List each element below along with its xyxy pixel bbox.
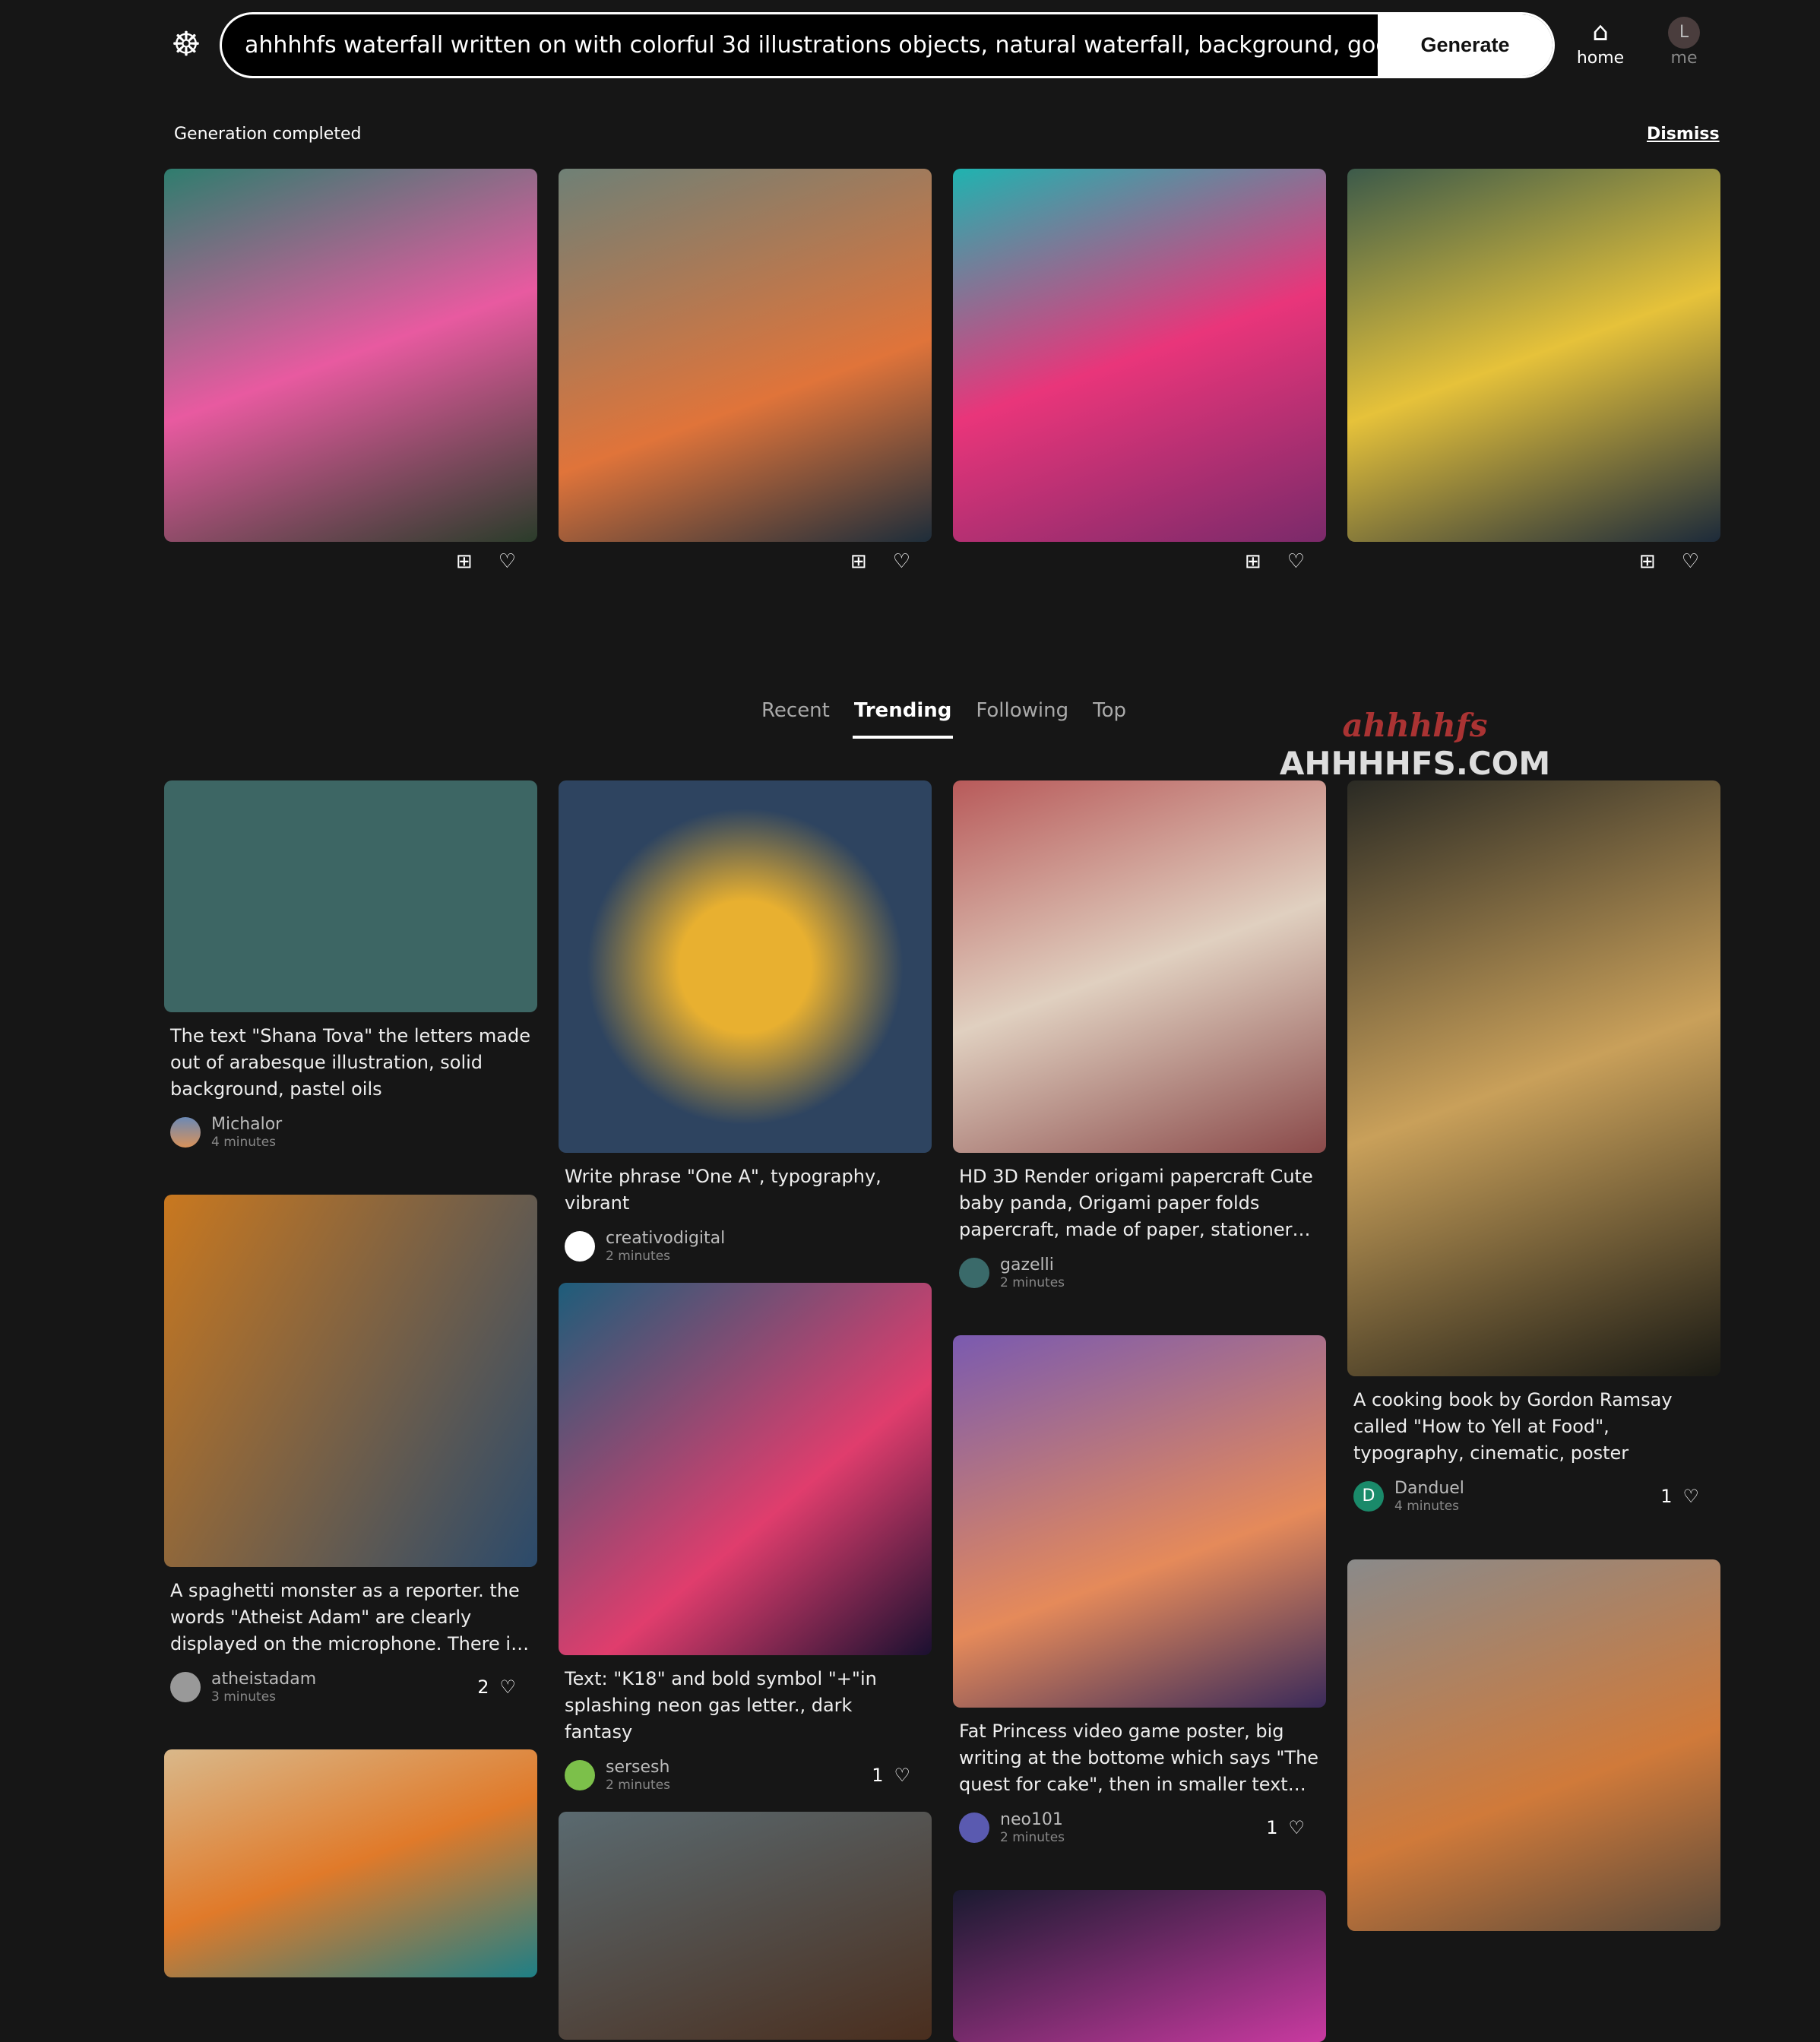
author-name[interactable]: atheistadam	[211, 1670, 316, 1689]
heart-icon[interactable]: ♡	[1287, 550, 1305, 573]
home-label: home	[1576, 49, 1625, 68]
feed-image[interactable]	[953, 1335, 1326, 1708]
like-count: 1	[1660, 1486, 1673, 1507]
heart-icon[interactable]: ♡	[894, 1765, 910, 1786]
caption: A spaghetti monster as a reporter. the w…	[170, 1580, 521, 1654]
prompt-bar: ahhhhfs waterfall written on with colorf…	[220, 12, 1555, 78]
avatar	[170, 1672, 201, 1702]
home-icon: ⌂	[1592, 17, 1609, 47]
time: 2 minutes	[606, 1778, 671, 1793]
tab-top[interactable]: Top	[1091, 699, 1128, 739]
time: 4 minutes	[211, 1135, 277, 1150]
avatar	[959, 1258, 989, 1288]
feed-image[interactable]	[1347, 780, 1720, 1376]
tab-following[interactable]: Following	[974, 699, 1070, 739]
generated-image[interactable]	[1347, 169, 1720, 542]
avatar	[959, 1812, 989, 1843]
prompt-input[interactable]: ahhhhfs waterfall written on with colorf…	[222, 14, 1378, 76]
feed-image[interactable]	[953, 1890, 1326, 2042]
author-name[interactable]: gazelli	[1000, 1255, 1065, 1275]
heart-icon[interactable]: ♡	[1682, 550, 1699, 573]
add-image-icon[interactable]: ⊞	[1245, 550, 1261, 573]
feed-card[interactable]	[953, 1890, 1326, 2042]
heart-icon[interactable]: ♡	[893, 550, 910, 573]
author-name[interactable]: sersesh	[606, 1758, 670, 1778]
tab-trending[interactable]: Trending	[852, 699, 954, 739]
feed-image[interactable]	[953, 780, 1326, 1153]
dismiss-link[interactable]: Dismiss	[1647, 125, 1720, 144]
status-text: Generation completed	[174, 125, 362, 144]
like-count: 1	[872, 1765, 884, 1786]
avatar	[565, 1760, 595, 1790]
watermark-top: ahhhhfs	[1342, 707, 1488, 744]
feed-card[interactable]: HD 3D Render origami papercraft Cute bab…	[953, 780, 1326, 1290]
feed-card[interactable]: Write phrase "One A", typography, vibran…	[559, 780, 932, 1264]
brain-logo-icon[interactable]: ☸	[165, 25, 207, 65]
me-label: me	[1670, 49, 1698, 68]
author-name[interactable]: Danduel	[1394, 1479, 1464, 1499]
nav-home[interactable]: ⌂ home	[1573, 17, 1628, 68]
generated-image[interactable]	[559, 169, 932, 542]
caption: A cooking book by Gordon Ramsay called "…	[1353, 1389, 1673, 1464]
feed-card[interactable]: Text: "K18" and bold symbol "+"in splash…	[559, 1283, 932, 1793]
caption: Write phrase "One A", typography, vibran…	[565, 1166, 882, 1214]
time: 3 minutes	[211, 1689, 277, 1705]
time: 2 minutes	[606, 1249, 671, 1264]
nav-me[interactable]: L me	[1657, 17, 1711, 68]
feed-image[interactable]	[559, 780, 932, 1153]
feed-card[interactable]	[164, 1749, 537, 1977]
feed-card[interactable]: A cooking book by Gordon Ramsay called "…	[1347, 780, 1720, 1514]
avatar	[565, 1231, 595, 1262]
heart-icon[interactable]: ♡	[1288, 1817, 1305, 1838]
time: 2 minutes	[1000, 1275, 1065, 1290]
add-image-icon[interactable]: ⊞	[850, 550, 867, 573]
generated-image[interactable]	[953, 169, 1326, 542]
tab-recent[interactable]: Recent	[760, 699, 831, 739]
feed-tabs: Recent Trending Following Top	[760, 699, 1128, 739]
feed-card[interactable]: A spaghetti monster as a reporter. the w…	[164, 1195, 537, 1705]
author-name[interactable]: Michalor	[211, 1115, 282, 1135]
like-count: 2	[477, 1676, 489, 1698]
avatar	[170, 1117, 201, 1148]
feed-card[interactable]	[559, 1812, 932, 2040]
feed-image[interactable]	[1347, 1559, 1720, 1931]
feed-card[interactable]: The text "Shana Tova" the letters made o…	[164, 780, 537, 1150]
feed-image[interactable]	[559, 1812, 932, 2040]
time: 2 minutes	[1000, 1830, 1065, 1845]
like-count: 1	[1266, 1817, 1278, 1838]
feed-card[interactable]: Fat Princess video game poster, big writ…	[953, 1335, 1326, 1845]
watermark: ahhhhfs AHHHHFS.COM	[1278, 707, 1552, 783]
author-name[interactable]: neo101	[1000, 1810, 1065, 1830]
add-image-icon[interactable]: ⊞	[456, 550, 473, 573]
watermark-bottom: AHHHHFS.COM	[1279, 745, 1551, 782]
avatar: D	[1353, 1481, 1384, 1512]
caption: HD 3D Render origami papercraft Cute bab…	[959, 1166, 1313, 1240]
caption: Text: "K18" and bold symbol "+"in splash…	[565, 1668, 877, 1743]
caption: The text "Shana Tova" the letters made o…	[170, 1025, 530, 1100]
add-image-icon[interactable]: ⊞	[1639, 550, 1656, 573]
author-name[interactable]: creativodigital	[606, 1229, 725, 1249]
feed-image[interactable]	[164, 780, 537, 1012]
generate-button[interactable]: Generate	[1378, 14, 1553, 76]
heart-icon[interactable]: ♡	[499, 1676, 516, 1698]
feed-image[interactable]	[164, 1195, 537, 1567]
feed-card[interactable]	[1347, 1559, 1720, 1931]
generated-image[interactable]	[164, 169, 537, 542]
caption: Fat Princess video game poster, big writ…	[959, 1721, 1319, 1795]
feed-image[interactable]	[164, 1749, 537, 1977]
heart-icon[interactable]: ♡	[499, 550, 516, 573]
time: 4 minutes	[1394, 1499, 1460, 1514]
avatar: L	[1668, 17, 1700, 49]
feed-image[interactable]	[559, 1283, 932, 1655]
heart-icon[interactable]: ♡	[1682, 1486, 1699, 1507]
